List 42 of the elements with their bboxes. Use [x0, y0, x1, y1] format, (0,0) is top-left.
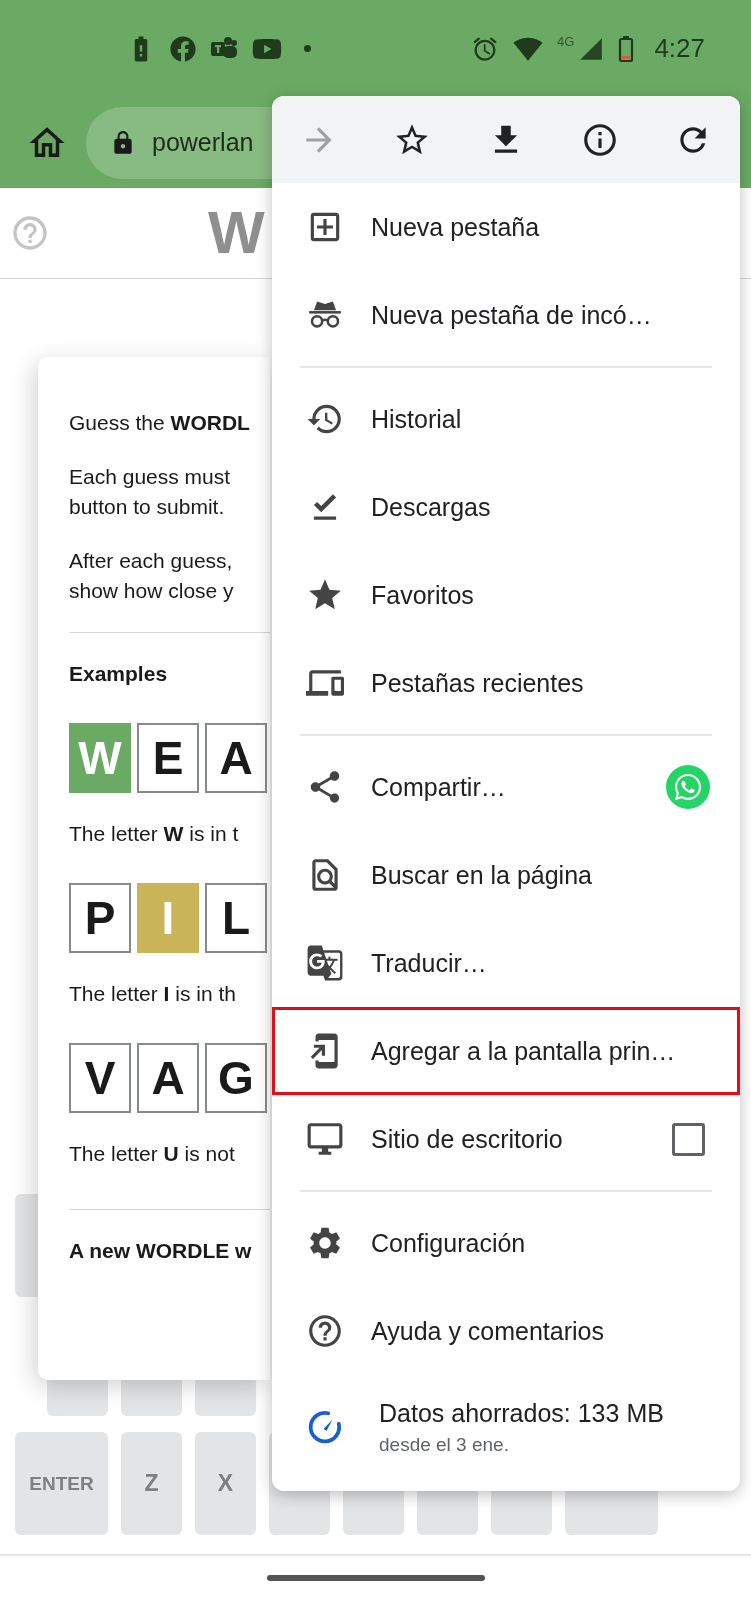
letter-tile: W [69, 723, 131, 793]
menu-item[interactable]: Compartir… [272, 743, 740, 831]
menu-item[interactable]: Agregar a la pantalla prin… [272, 1007, 740, 1095]
clock: 4:27 [654, 33, 705, 64]
paragraph: After each guess, show how close y [69, 548, 235, 604]
battery-icon [618, 34, 635, 63]
example-caption: The letter W is in t [69, 821, 240, 847]
letter-tile: G [205, 1043, 267, 1113]
menu-item[interactable]: Nueva pestaña [272, 183, 740, 271]
signal-icon [578, 35, 605, 62]
example-caption: The letter I is in th [69, 981, 237, 1007]
example-caption: The letter U is not [69, 1141, 236, 1167]
menu-item[interactable]: Nueva pestaña de incó… [272, 271, 740, 359]
letter-tile: A [137, 1043, 199, 1113]
letter-tile: E [137, 723, 199, 793]
letter-tile: A [205, 723, 267, 793]
menu-item[interactable]: Sitio de escritorio [272, 1095, 740, 1183]
checkbox[interactable] [672, 1122, 705, 1156]
gauge-icon [306, 1408, 344, 1446]
help-icon [306, 1312, 344, 1350]
menu-item[interactable]: Configuración [272, 1199, 740, 1287]
network-type: 4G [557, 34, 575, 49]
monitor-icon [306, 1120, 344, 1158]
letter-tile: V [69, 1043, 131, 1113]
translate-icon [306, 944, 344, 982]
menu-item[interactable]: Buscar en la página [272, 831, 740, 919]
dot-icon [304, 45, 311, 52]
menu-item[interactable]: Datos ahorrados: 133 MB desde el 3 ene. [272, 1375, 740, 1479]
menu-item[interactable]: Favoritos [272, 551, 740, 639]
letter-tile: P [69, 883, 131, 953]
section-heading: Examples [69, 661, 169, 687]
menu-item[interactable]: Descargas [272, 463, 740, 551]
page-title: W [208, 203, 265, 263]
intro-text: Guess the WORDL [69, 410, 251, 436]
menu-item[interactable]: Pestañas recientes [272, 639, 740, 727]
menu-item[interactable]: Traducir… [272, 919, 740, 1007]
paragraph: Each guess must button to submit. [69, 464, 232, 520]
menu-item[interactable]: Historial [272, 375, 740, 463]
footer-text: A new WORDLE w [69, 1238, 253, 1264]
menu-item[interactable]: Ayuda y comentarios [272, 1287, 740, 1375]
letter-tile: I [137, 883, 199, 953]
letter-tile: L [205, 883, 267, 953]
